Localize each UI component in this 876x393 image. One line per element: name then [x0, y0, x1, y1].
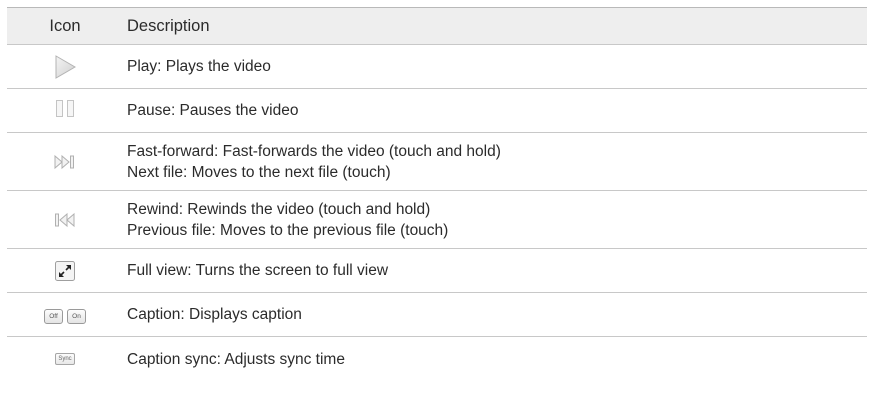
play-description: Play: Plays the video	[127, 58, 271, 75]
header-icon: Icon	[49, 16, 81, 35]
table-row-caption: Off On Caption: Displays caption	[7, 293, 867, 337]
fast-forward-icon	[54, 154, 74, 169]
table-row-caption-sync: Sync Caption sync: Adjusts sync time	[7, 337, 867, 381]
next-file-description: Next file: Moves to the next file (touch…	[127, 163, 391, 181]
fast-forward-description: Fast-forward: Fast-forwards the video (t…	[127, 142, 501, 160]
table-row-pause: Pause: Pauses the video	[7, 89, 867, 133]
previous-file-description: Previous file: Moves to the previous fil…	[127, 221, 449, 239]
caption-sync-icon: Sync	[55, 353, 75, 365]
header-description: Description	[127, 16, 210, 35]
caption-sync-description: Caption sync: Adjusts sync time	[127, 350, 345, 368]
table-row-full-view: Full view: Turns the screen to full view	[7, 249, 867, 293]
full-view-icon	[55, 260, 75, 281]
table-row-fast-forward: Fast-forward: Fast-forwards the video (t…	[7, 133, 867, 191]
caption-on-icon: On	[67, 309, 86, 324]
play-icon	[55, 54, 76, 79]
table-header-row: Icon Description	[7, 8, 867, 45]
rewind-icon	[55, 212, 75, 227]
table-row-play: Play: Plays the video	[7, 45, 867, 89]
icon-description-table: Icon Description Play: Plays the video P…	[7, 7, 867, 381]
full-view-description: Full view: Turns the screen to full view	[127, 262, 389, 279]
caption-icon: Off On	[42, 305, 88, 324]
caption-description: Caption: Displays caption	[127, 306, 302, 323]
pause-icon	[54, 99, 76, 122]
table-row-rewind: Rewind: Rewinds the video (touch and hol…	[7, 191, 867, 249]
caption-off-icon: Off	[44, 309, 63, 324]
pause-description: Pause: Pauses the video	[127, 102, 299, 119]
rewind-description: Rewind: Rewinds the video (touch and hol…	[127, 200, 431, 218]
